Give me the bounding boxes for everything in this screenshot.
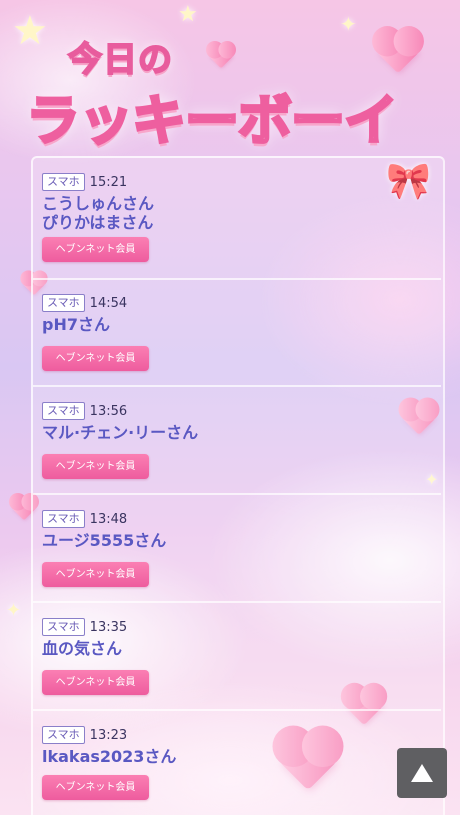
user-name[interactable]: 血の気さん (42, 639, 122, 658)
visit-time: 13:35 (89, 619, 128, 635)
page-title: 今日の ラッキーボーイ (0, 18, 460, 154)
member-badge: ヘブンネット会員 (42, 454, 149, 479)
list-item: スマホ 15:21 こうしゅんさん ぴりかはまさん ヘブンネット会員 (33, 158, 441, 280)
lucky-boy-list: スマホ 15:21 こうしゅんさん ぴりかはまさん ヘブンネット会員 スマホ 1… (31, 156, 445, 815)
sparkle-icon: ✦ (6, 600, 22, 621)
visit-time: 13:56 (89, 403, 128, 419)
visit-time: 14:54 (89, 295, 128, 311)
user-name[interactable]: マル·チェン·リーさん (42, 423, 198, 442)
list-item: スマホ 13:35 血の気さん ヘブンネット会員 (33, 603, 441, 711)
user-name[interactable]: こうしゅんさん ぴりかはまさん (42, 194, 154, 232)
visit-time: 13:48 (89, 511, 128, 527)
user-name[interactable]: ユージ5555さん (42, 531, 166, 550)
device-label: スマホ (42, 618, 85, 636)
device-label: スマホ (42, 173, 85, 191)
member-badge: ヘブンネット会員 (42, 346, 149, 371)
list-item: スマホ 13:48 ユージ5555さん ヘブンネット会員 (33, 495, 441, 603)
list-item: スマホ 14:54 pH7さん ヘブンネット会員 (33, 279, 441, 387)
user-name[interactable]: pH7さん (42, 315, 110, 334)
member-badge: ヘブンネット会員 (42, 670, 149, 695)
device-label: スマホ (42, 510, 85, 528)
device-label: スマホ (42, 402, 85, 420)
visit-time: 13:23 (89, 727, 128, 743)
member-badge: ヘブンネット会員 (42, 237, 149, 262)
title-small: 今日の (67, 39, 173, 81)
member-badge: ヘブンネット会員 (42, 562, 149, 587)
list-item: スマホ 13:56 マル·チェン·リーさん ヘブンネット会員 (33, 387, 441, 495)
title-main: ラッキーボーイ (25, 88, 400, 154)
up-triangle-icon (411, 764, 433, 782)
device-label: スマホ (42, 726, 85, 744)
scroll-to-top-button[interactable] (397, 748, 447, 798)
user-name[interactable]: lkakas2023さん (42, 747, 176, 766)
list-item: スマホ 13:23 lkakas2023さん ヘブンネット会員 (33, 711, 441, 815)
device-label: スマホ (42, 294, 85, 312)
member-badge: ヘブンネット会員 (42, 775, 149, 800)
visit-time: 15:21 (89, 174, 128, 190)
